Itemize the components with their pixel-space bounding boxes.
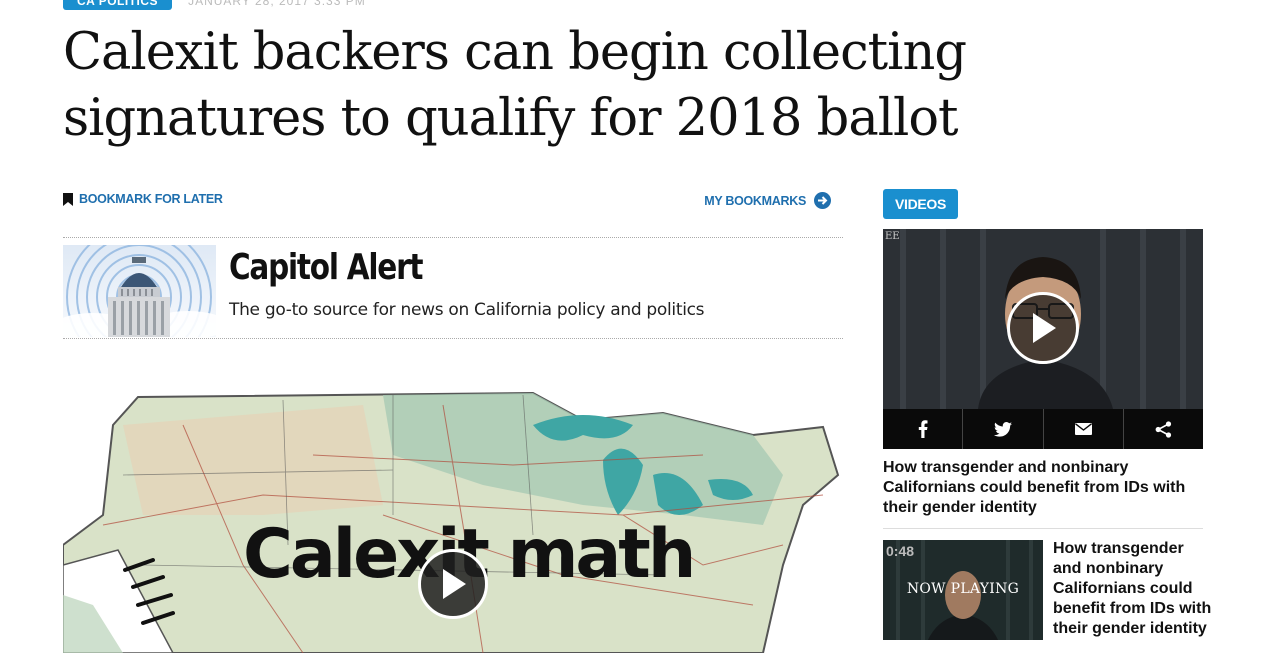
my-bookmarks-link[interactable]: MY BOOKMARKS bbox=[704, 192, 831, 209]
divider bbox=[883, 528, 1203, 529]
now-playing-label: NOW PLAYING bbox=[906, 581, 1020, 597]
share-button[interactable] bbox=[1124, 409, 1203, 449]
video-duration: 0:48 bbox=[886, 543, 915, 559]
video-list-thumbnail[interactable]: 0:48 NOW PLAYING bbox=[883, 540, 1043, 640]
play-icon bbox=[443, 569, 466, 599]
dateline: JANUARY 28, 2017 3:33 PM bbox=[188, 0, 366, 8]
email-icon bbox=[1074, 423, 1092, 435]
section-tag[interactable]: CA POLITICS bbox=[63, 0, 173, 10]
video-list-caption[interactable]: How transgender and nonbinary California… bbox=[1053, 539, 1213, 639]
article-meta: CA POLITICS JANUARY 28, 2017 3:33 PM bbox=[63, 0, 366, 10]
facebook-icon bbox=[918, 420, 928, 438]
email-share-button[interactable] bbox=[1044, 409, 1124, 449]
my-bookmarks-label: MY BOOKMARKS bbox=[704, 193, 806, 208]
bookmark-icon bbox=[63, 192, 73, 206]
main-video-player[interactable]: Calexit math bbox=[63, 365, 843, 653]
bookmark-for-later-label: BOOKMARK FOR LATER bbox=[79, 192, 223, 206]
share-bar bbox=[883, 409, 1203, 449]
share-icon bbox=[1155, 420, 1171, 438]
article-headline: Calexit backers can begin collecting sig… bbox=[63, 23, 967, 148]
twitter-share-button[interactable] bbox=[963, 409, 1044, 449]
play-button[interactable] bbox=[418, 549, 488, 619]
bookmark-for-later-button[interactable]: BOOKMARK FOR LATER bbox=[63, 192, 223, 206]
facebook-share-button[interactable] bbox=[883, 409, 964, 449]
arrow-right-circle-icon bbox=[814, 192, 831, 209]
videos-section-tag[interactable]: VIDEOS bbox=[883, 189, 958, 219]
capitol-alert-banner[interactable]: Capitol Alert The go-to source for news … bbox=[63, 240, 843, 338]
video-watermark: EE bbox=[885, 231, 900, 242]
divider bbox=[63, 237, 843, 238]
capitol-alert-subtitle: The go-to source for news on California … bbox=[229, 300, 705, 320]
featured-play-button[interactable] bbox=[1007, 292, 1079, 364]
play-icon bbox=[1033, 313, 1056, 343]
featured-video-player[interactable]: EE bbox=[883, 229, 1203, 449]
capitol-alert-title: Capitol Alert bbox=[229, 247, 424, 288]
featured-video-caption[interactable]: How transgender and nonbinary California… bbox=[883, 458, 1203, 518]
bookmark-row: BOOKMARK FOR LATER MY BOOKMARKS bbox=[63, 192, 843, 214]
divider bbox=[63, 338, 843, 339]
twitter-icon bbox=[993, 421, 1012, 437]
capitol-dome-image bbox=[63, 245, 216, 337]
